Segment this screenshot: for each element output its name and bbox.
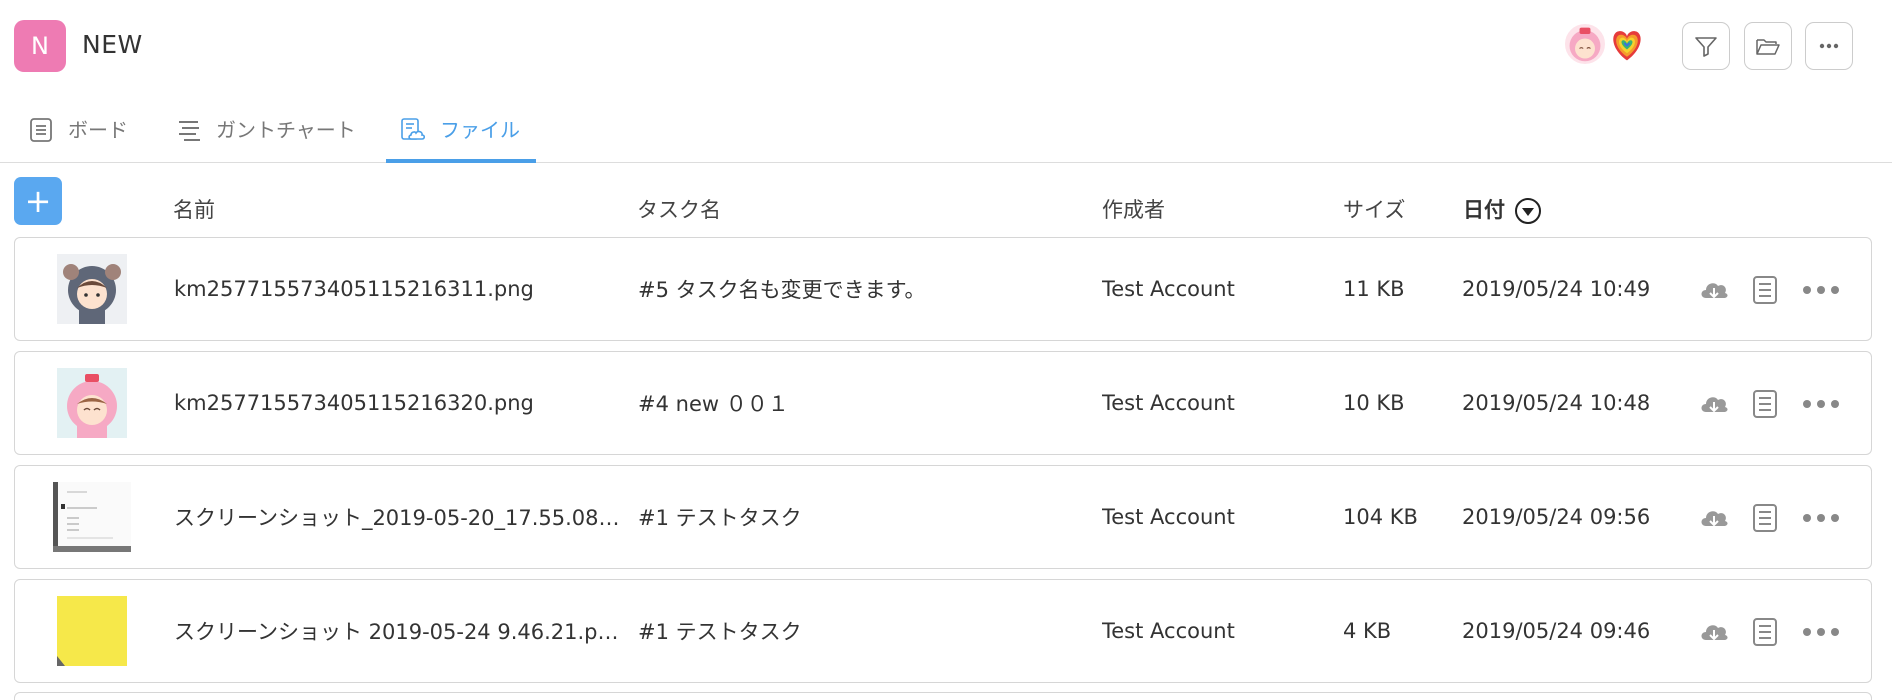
folder-button[interactable] [1744, 22, 1792, 70]
file-name[interactable]: km257715573405115216311.png [174, 238, 624, 340]
member-avatars[interactable] [1563, 22, 1653, 66]
download-icon[interactable] [1697, 615, 1731, 649]
file-name[interactable]: km257715573405115216320.png [174, 352, 624, 454]
file-thumbnail[interactable] [57, 254, 127, 324]
column-header-task[interactable]: タスク名 [637, 194, 721, 224]
tab-files-label: ファイル [440, 118, 520, 142]
file-size: 104 KB [1343, 505, 1418, 529]
tab-board[interactable]: ボード [28, 116, 128, 163]
more-icon[interactable] [1799, 615, 1843, 649]
tab-gantt-label: ガントチャート [216, 118, 356, 142]
upload-date: 2019/05/24 09:56 [1462, 505, 1651, 529]
table-row[interactable]: km257715573405115216311.png #5 タスク名も変更でき… [14, 237, 1872, 341]
avatar-girl-pink[interactable] [1563, 22, 1607, 66]
author: Test Account [1102, 277, 1235, 301]
author: Test Account [1102, 505, 1235, 529]
avatar-rainbow-heart[interactable] [1605, 22, 1649, 66]
tab-gantt[interactable]: ガントチャート [176, 116, 356, 163]
file-thumbnail[interactable] [57, 368, 127, 438]
download-icon[interactable] [1697, 387, 1731, 421]
project-title: NEW [82, 30, 143, 59]
column-header-name[interactable]: 名前 [173, 194, 215, 224]
file-name[interactable]: スクリーンショット 2019-05-24 9.46.21.p… [174, 580, 624, 682]
more-icon[interactable] [1799, 501, 1843, 535]
task-name[interactable]: #1 テストタスク [638, 466, 1088, 568]
filter-button[interactable] [1682, 22, 1730, 70]
gantt-icon [179, 121, 200, 141]
table-row[interactable]: スクリーンショット_2019-05-20_17.55.08… #1 テストタスク… [14, 465, 1872, 569]
file-size: 10 KB [1343, 391, 1405, 415]
download-icon[interactable] [1697, 501, 1731, 535]
tab-board-label: ボード [68, 118, 128, 142]
upload-date: 2019/05/24 09:46 [1462, 619, 1651, 643]
upload-date: 2019/05/24 10:48 [1462, 391, 1651, 415]
table-row[interactable]: スクリーンショット 2019-05-24 9.46.21.p… #1 テストタス… [14, 579, 1872, 683]
column-header-date[interactable]: 日付 [1463, 194, 1505, 224]
table-row-partial[interactable] [14, 692, 1872, 700]
author: Test Account [1102, 391, 1235, 415]
author: Test Account [1102, 619, 1235, 643]
project-badge[interactable]: N [14, 20, 66, 72]
upload-date: 2019/05/24 10:49 [1462, 277, 1651, 301]
more-icon[interactable] [1799, 273, 1843, 307]
task-name[interactable]: #4 new ００１ [638, 352, 1088, 454]
column-header-author[interactable]: 作成者 [1102, 194, 1165, 224]
file-size: 4 KB [1343, 619, 1392, 643]
task-name[interactable]: #5 タスク名も変更できます。 [638, 238, 1088, 340]
board-icon [30, 118, 52, 142]
details-icon[interactable] [1748, 387, 1782, 421]
file-icon [401, 118, 426, 140]
view-tabs: ボード ガントチャート ファイル [0, 100, 1892, 163]
details-icon[interactable] [1748, 273, 1782, 307]
table-row[interactable]: km257715573405115216320.png #4 new ００１ T… [14, 351, 1872, 455]
file-size: 11 KB [1343, 277, 1405, 301]
task-name[interactable]: #1 テストタスク [638, 580, 1088, 682]
sort-descending-icon[interactable] [1514, 197, 1542, 225]
more-icon [1819, 43, 1839, 49]
folder-icon [1756, 39, 1780, 55]
details-icon[interactable] [1748, 615, 1782, 649]
download-icon[interactable] [1697, 273, 1731, 307]
project-header: N NEW [0, 0, 1892, 95]
more-options-button[interactable] [1805, 22, 1853, 70]
column-header-size[interactable]: サイズ [1343, 194, 1405, 224]
file-thumbnail[interactable] [57, 596, 127, 666]
details-icon[interactable] [1748, 501, 1782, 535]
add-file-button[interactable]: + [14, 177, 62, 225]
more-icon[interactable] [1799, 387, 1843, 421]
file-thumbnail[interactable] [53, 482, 131, 552]
tab-files[interactable]: ファイル [386, 116, 536, 163]
filter-icon [1695, 37, 1717, 57]
file-name[interactable]: スクリーンショット_2019-05-20_17.55.08… [174, 466, 624, 568]
